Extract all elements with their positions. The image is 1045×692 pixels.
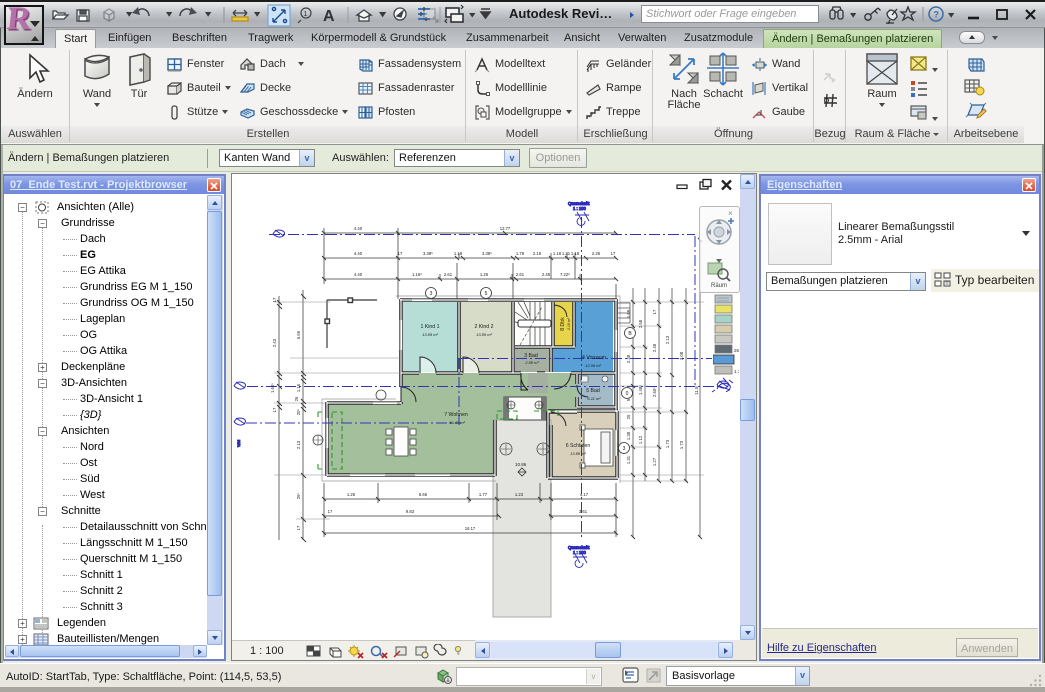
svg-text:1.73: 1.73	[665, 439, 670, 448]
svg-text:1.18: 1.18	[571, 251, 580, 256]
svg-text:4.40: 4.40	[354, 272, 363, 277]
svg-text:2.48: 2.48	[652, 343, 657, 352]
svg-text:2.58: 2.58	[638, 319, 643, 328]
svg-text:2.13: 2.13	[296, 440, 301, 449]
svg-text:2.13: 2.13	[665, 335, 670, 344]
svg-text:1.78: 1.78	[516, 251, 525, 256]
svg-text:1 : 100: 1 : 100	[573, 206, 586, 211]
svg-text:1.26: 1.26	[480, 272, 489, 277]
svg-text:17: 17	[398, 251, 403, 256]
svg-text:1.48⁵: 1.48⁵	[638, 385, 643, 395]
svg-text:17: 17	[272, 297, 277, 302]
svg-text:2.43: 2.43	[272, 338, 277, 347]
svg-text:1.60⁵: 1.60⁵	[270, 383, 275, 393]
svg-text:4 Vorraum: 4 Vorraum	[582, 355, 606, 361]
svg-text:6.11 m²: 6.11 m²	[587, 396, 601, 401]
svg-text:17: 17	[652, 309, 657, 314]
svg-text:26: 26	[734, 348, 739, 353]
svg-text:1.16⁵: 1.16⁵	[412, 272, 422, 277]
svg-text:2.19 m²: 2.19 m²	[567, 317, 571, 331]
svg-text:3 Bad: 3 Bad	[524, 353, 538, 359]
svg-text:2.61: 2.61	[444, 272, 453, 277]
svg-text:1.12: 1.12	[638, 435, 643, 444]
svg-text:1.16: 1.16	[296, 383, 301, 392]
svg-text:13.88 m²: 13.88 m²	[570, 451, 586, 456]
svg-text:3.08: 3.08	[679, 351, 684, 360]
svg-text:17: 17	[611, 251, 616, 256]
svg-text:8 Dbk: 8 Dbk	[560, 317, 566, 331]
svg-text:?: ?	[934, 10, 940, 20]
svg-text:1 Kind 1: 1 Kind 1	[420, 324, 439, 330]
svg-text:1.18: 1.18	[553, 251, 562, 256]
svg-text:3.38⁵: 3.38⁵	[423, 251, 433, 256]
svg-text:2.19: 2.19	[533, 251, 542, 256]
svg-text:1.73: 1.73	[679, 440, 684, 449]
svg-text:12.06 m²: 12.06 m²	[585, 363, 601, 368]
svg-text:1.31: 1.31	[626, 455, 631, 464]
svg-text:5 Bad: 5 Bad	[586, 388, 600, 394]
svg-text:17: 17	[272, 407, 277, 412]
svg-text:4.40: 4.40	[354, 251, 363, 256]
svg-text:2 Kind 2: 2 Kind 2	[474, 324, 493, 330]
svg-text:26⁵: 26⁵	[296, 493, 301, 500]
svg-text:4.40: 4.40	[354, 226, 363, 231]
svg-text:A: A	[323, 8, 335, 25]
svg-text:1.27: 1.27	[652, 457, 657, 466]
svg-text:26: 26	[294, 396, 299, 401]
svg-text:11.5⁷: 11.5⁷	[694, 385, 699, 395]
svg-text:1.23: 1.23	[515, 492, 524, 497]
svg-text:2.38: 2.38	[626, 354, 631, 363]
svg-text:66.47 m²: 66.47 m²	[449, 420, 465, 425]
svg-text:0: 0	[626, 391, 629, 397]
svg-text:5.66: 5.66	[419, 492, 428, 497]
svg-text:1.31: 1.31	[562, 251, 571, 256]
svg-text:7 Wohnen: 7 Wohnen	[444, 412, 468, 418]
svg-text:17: 17	[328, 509, 333, 514]
svg-text:20⁵: 20⁵	[296, 409, 301, 416]
svg-text:13.89 m²: 13.89 m²	[422, 332, 438, 337]
svg-text:1.26: 1.26	[347, 492, 356, 497]
svg-text:17: 17	[296, 525, 301, 530]
svg-text:2.88 m²: 2.88 m²	[524, 360, 539, 365]
svg-text:1: 1	[304, 11, 308, 18]
svg-text:1.69: 1.69	[626, 309, 631, 318]
svg-text:1.74: 1.74	[734, 369, 739, 374]
svg-text:3: 3	[430, 291, 433, 297]
svg-text:3.38⁵: 3.38⁵	[482, 251, 492, 256]
svg-text:16.17: 16.17	[465, 526, 476, 531]
svg-text:1.18: 1.18	[454, 251, 463, 256]
svg-text:4.17: 4.17	[580, 492, 589, 497]
svg-text:3: 3	[623, 446, 626, 452]
svg-text:3.61: 3.61	[579, 509, 588, 514]
svg-text:5: 5	[485, 291, 488, 297]
svg-text:1.38: 1.38	[626, 431, 631, 440]
svg-text:6 Schlafen: 6 Schlafen	[566, 443, 591, 449]
svg-text:5.66: 5.66	[296, 330, 301, 339]
svg-text:7.22⁸: 7.22⁸	[560, 272, 570, 277]
svg-text:Wfd: Wfd	[236, 440, 241, 447]
svg-text:2.45: 2.45	[542, 272, 551, 277]
svg-text:25: 25	[626, 414, 631, 419]
svg-text:12.77: 12.77	[500, 226, 511, 231]
svg-text:9.83: 9.83	[406, 509, 415, 514]
svg-text:13.89 m²: 13.89 m²	[476, 332, 492, 337]
svg-text:2.26: 2.26	[592, 251, 601, 256]
svg-text:1.77: 1.77	[479, 492, 488, 497]
svg-text:2.61: 2.61	[516, 272, 525, 277]
svg-text:2.60⁵: 2.60⁵	[652, 387, 657, 397]
svg-text:10.86: 10.86	[515, 462, 527, 467]
